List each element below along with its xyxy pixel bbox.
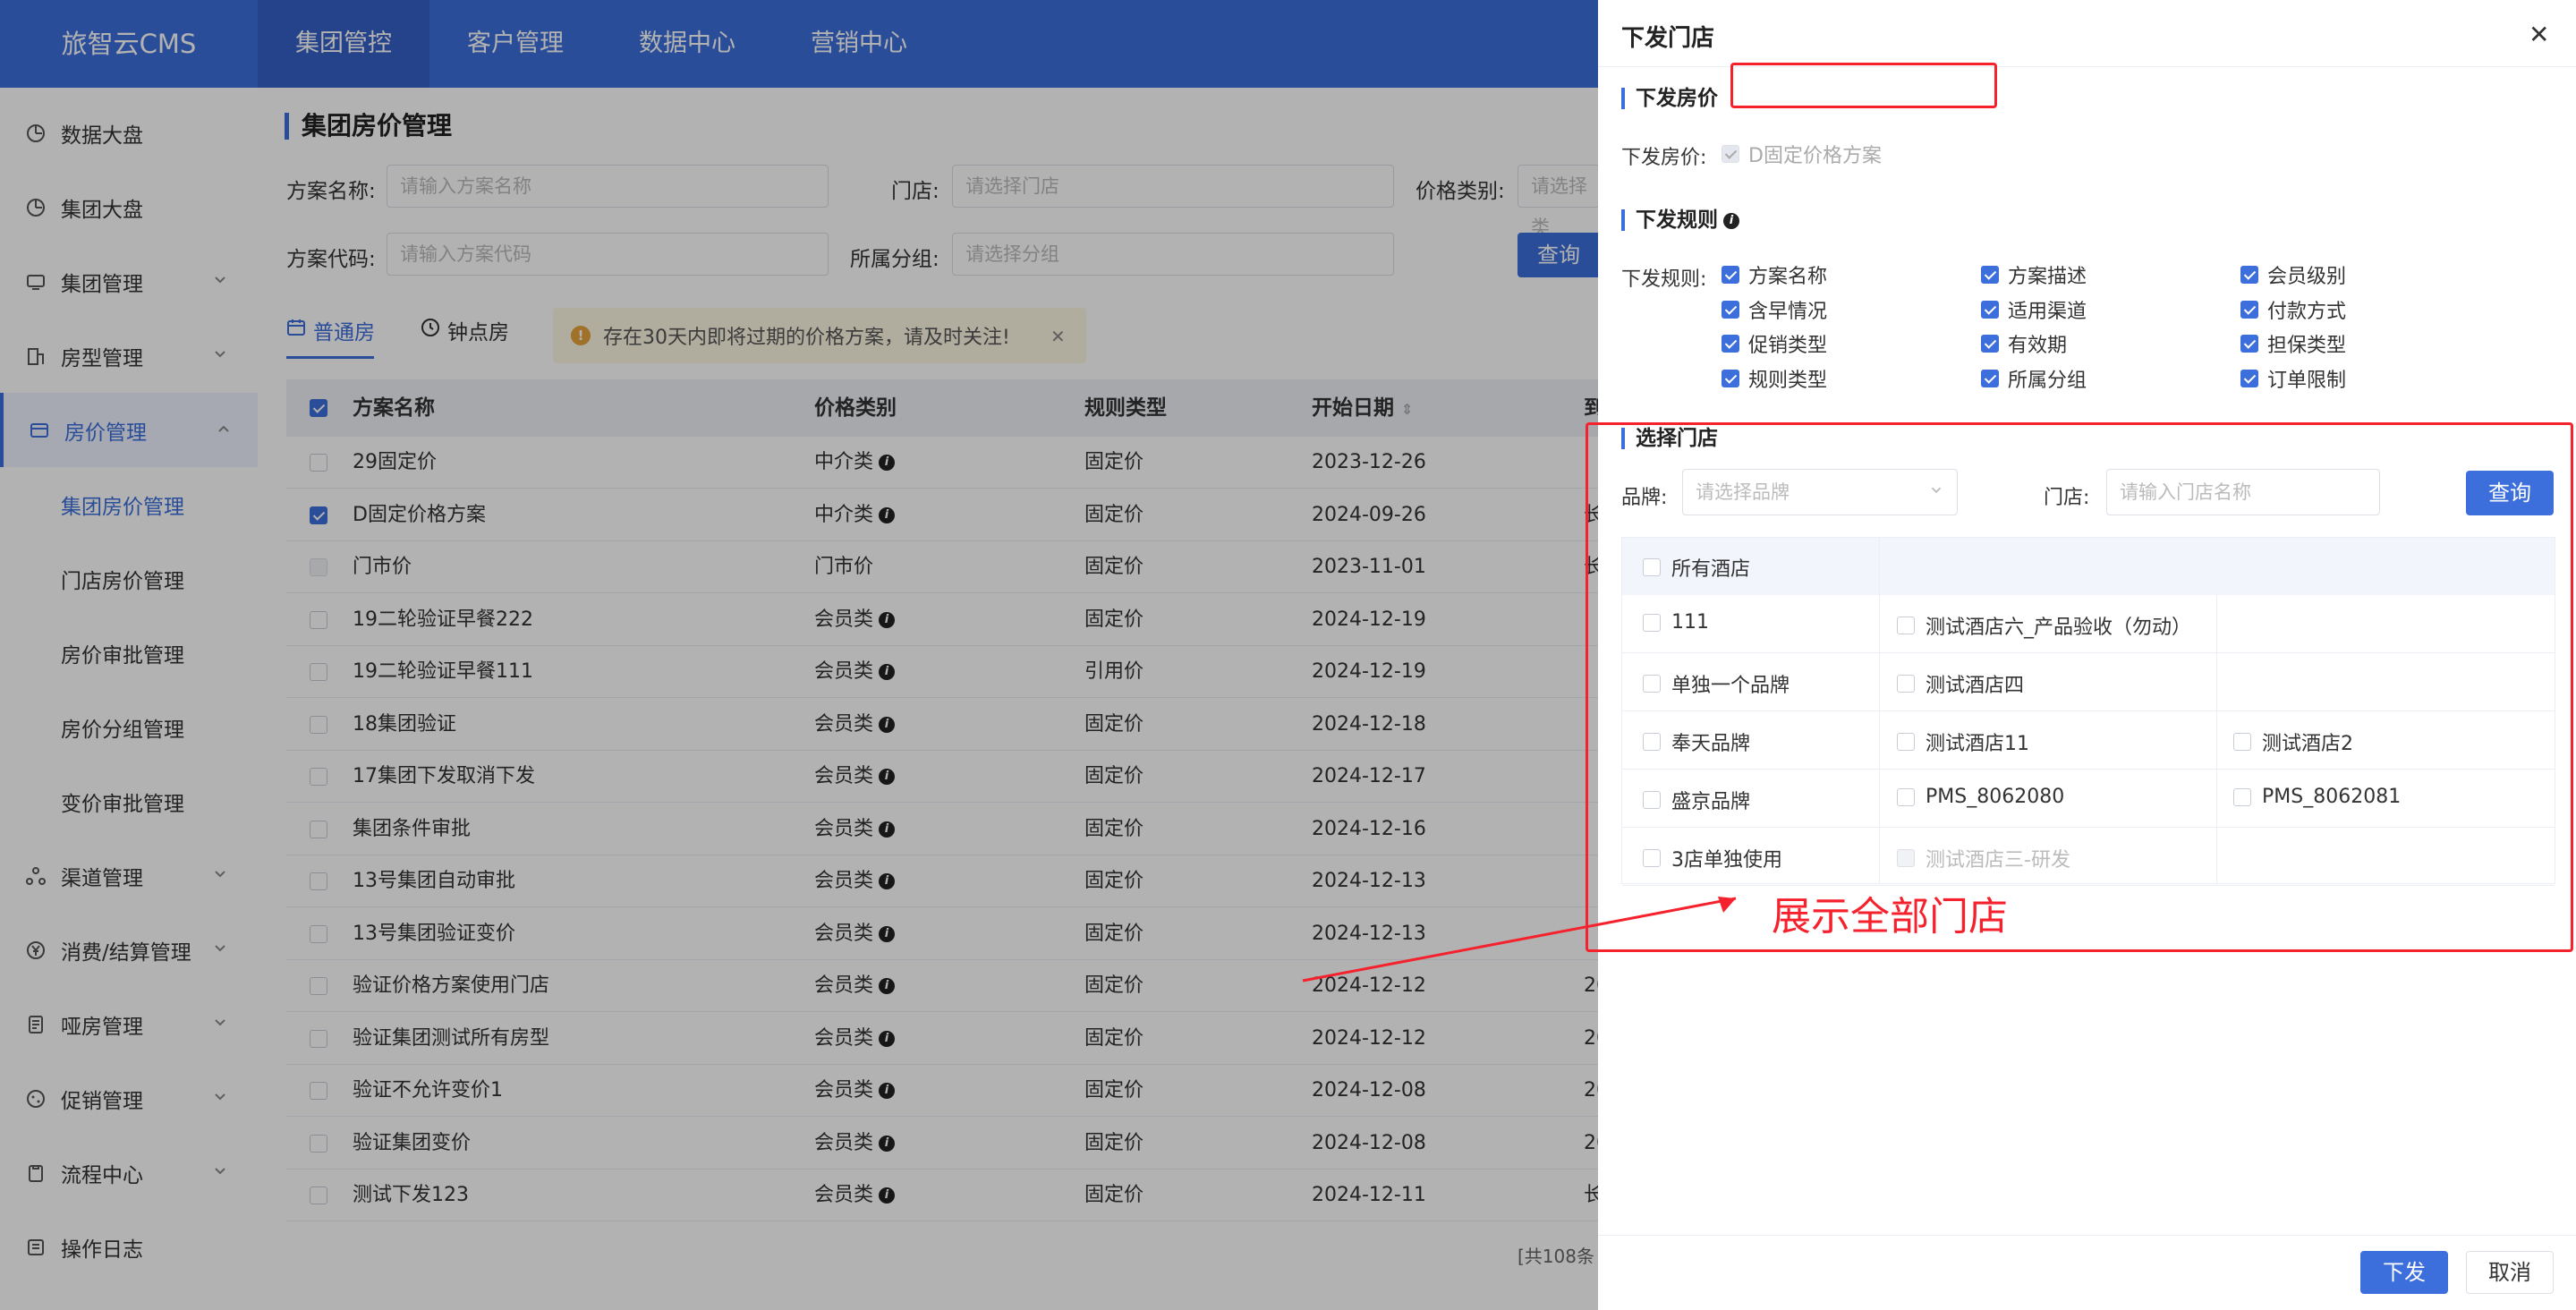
rule-checkbox[interactable]: [1722, 300, 1739, 319]
rule-label: 会员级别: [2267, 266, 2347, 288]
dispatch-cancel-button[interactable]: 取消: [2466, 1251, 2554, 1294]
rule-label: 所属分组: [2008, 369, 2087, 392]
close-icon[interactable]: ✕: [2529, 20, 2549, 49]
rule-checkbox[interactable]: [2240, 369, 2258, 387]
rule-label: 促销类型: [1748, 335, 1828, 357]
annotation-highlight-box: [1586, 422, 2573, 952]
rule-checkbox[interactable]: [1722, 369, 1739, 387]
rule-checkbox[interactable]: [1981, 266, 1999, 284]
rule-checkbox[interactable]: [1722, 266, 1739, 284]
dispatch-price-label: 下发房价:: [1621, 147, 1707, 169]
rule-option[interactable]: 订单限制: [2240, 367, 2347, 392]
dispatch-submit-button[interactable]: 下发: [2360, 1251, 2448, 1294]
rule-option[interactable]: 所属分组: [1981, 367, 2087, 392]
rule-label: 付款方式: [2267, 300, 2347, 323]
rule-checkbox[interactable]: [1981, 335, 1999, 353]
dispatch-rules-label: 下发规则:: [1621, 268, 1707, 291]
rule-option[interactable]: 促销类型: [1722, 332, 1828, 357]
rule-checkbox[interactable]: [2240, 335, 2258, 353]
rule-option[interactable]: 方案名称: [1722, 263, 1828, 288]
rule-label: 订单限制: [2267, 369, 2347, 392]
rule-label: 适用渠道: [2008, 300, 2087, 323]
rule-label: 方案描述: [2008, 266, 2087, 288]
rule-label: 含早情况: [1748, 300, 1828, 323]
rule-option[interactable]: 付款方式: [2240, 298, 2347, 323]
annotation-arrow: [1302, 897, 1737, 982]
rule-option[interactable]: 有效期: [1981, 332, 2068, 357]
rule-option[interactable]: 担保类型: [2240, 332, 2347, 357]
rule-label: 方案名称: [1748, 266, 1828, 288]
rule-label: 担保类型: [2267, 335, 2347, 357]
section-dispatch-rules: 下发规则 i: [1621, 209, 1739, 231]
annotation-text: 展示全部门店: [1772, 894, 2008, 940]
rule-option[interactable]: 方案描述: [1981, 263, 2087, 288]
section-label: 下发规则: [1636, 208, 1718, 232]
rule-option[interactable]: 会员级别: [2240, 263, 2347, 288]
dispatch-price-option: D固定价格方案: [1722, 142, 1882, 167]
rule-option[interactable]: 规则类型: [1722, 367, 1828, 392]
rule-label: 有效期: [2008, 335, 2068, 357]
rule-option[interactable]: 含早情况: [1722, 298, 1828, 323]
drawer-footer-divider: [1598, 1235, 2576, 1236]
modal-overlay[interactable]: [0, 0, 1598, 1310]
rule-checkbox[interactable]: [1981, 369, 1999, 387]
dispatch-price-value: D固定价格方案: [1748, 145, 1882, 167]
annotation-highlight-box: [1730, 63, 1997, 108]
rule-option[interactable]: 适用渠道: [1981, 298, 2087, 323]
info-icon[interactable]: i: [1723, 212, 1739, 229]
rule-checkbox[interactable]: [2240, 266, 2258, 284]
rule-label: 规则类型: [1748, 369, 1828, 392]
rule-checkbox[interactable]: [1722, 335, 1739, 353]
section-dispatch-price: 下发房价: [1621, 88, 1718, 109]
rule-checkbox[interactable]: [2240, 300, 2258, 319]
rule-checkbox[interactable]: [1981, 300, 1999, 319]
drawer-title: 下发门店: [1621, 25, 1715, 52]
dispatch-price-checkbox: [1722, 145, 1739, 163]
